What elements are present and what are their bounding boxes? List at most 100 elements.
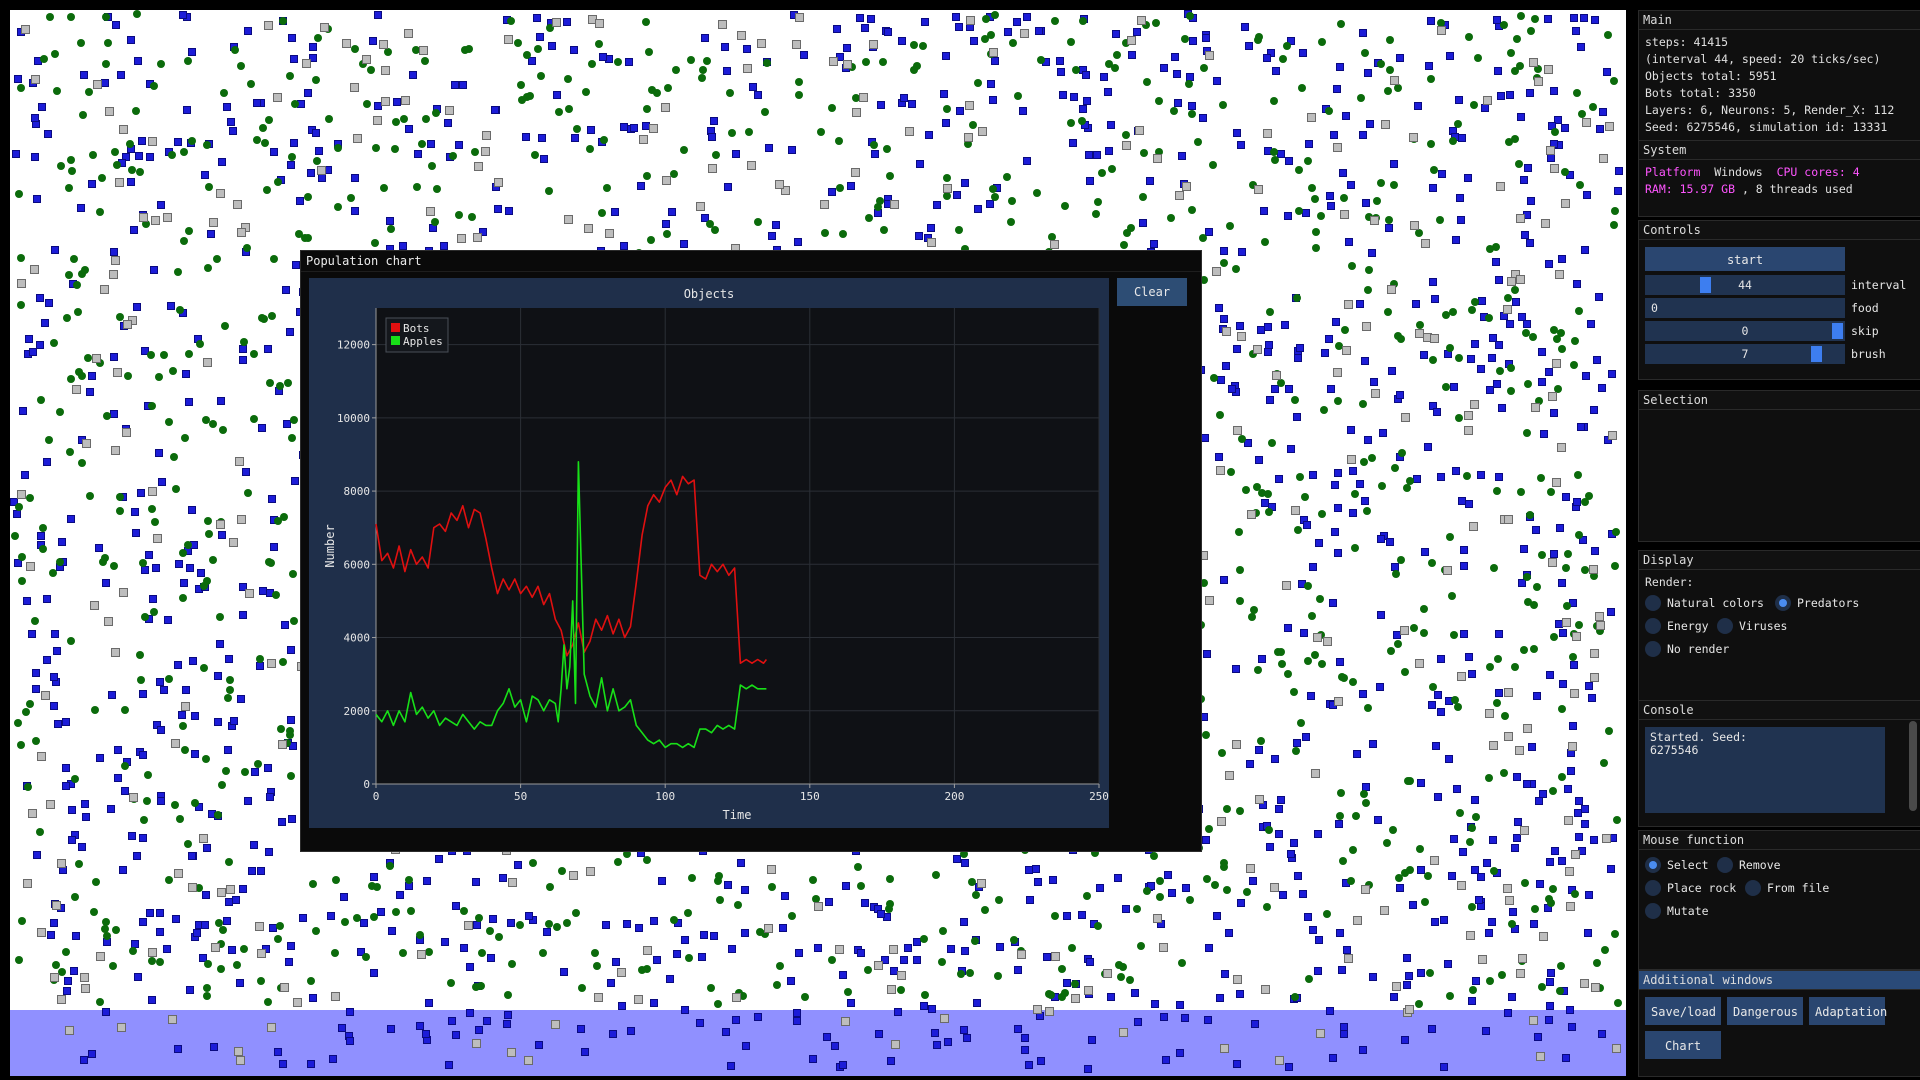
mouse-mutate-radio[interactable]: Mutate <box>1645 902 1709 920</box>
apple-cell <box>1415 1000 1423 1008</box>
additional-windows-header[interactable]: Additional windows <box>1639 971 1920 990</box>
bot-cell <box>1607 608 1615 616</box>
rock-cell <box>148 487 157 496</box>
apple-cell <box>286 72 294 80</box>
apple-cell <box>78 372 86 380</box>
controls-header[interactable]: Controls <box>1639 221 1920 240</box>
rock-cell <box>474 162 483 171</box>
bot-cell <box>1287 850 1295 858</box>
bot-cell <box>287 646 295 654</box>
bot-cell <box>218 158 226 166</box>
population-chart-window[interactable]: Population chart Objects 0 50 100 150 200 250… <box>300 250 1202 852</box>
clear-chart-button[interactable]: Clear <box>1117 278 1187 306</box>
main-header[interactable]: Main <box>1639 11 1920 30</box>
rock-cell <box>1557 443 1566 452</box>
brush-slider-handle[interactable] <box>1811 346 1822 362</box>
render-predators-radio[interactable]: Predators <box>1775 594 1859 612</box>
apple-cell <box>202 755 210 763</box>
rock-cell <box>1572 632 1581 641</box>
save-load-button[interactable]: Save/load <box>1645 997 1721 1025</box>
dangerous-button[interactable]: Dangerous <box>1727 997 1803 1025</box>
console-scrollbar[interactable] <box>1909 721 1917 811</box>
apple-cell <box>1507 49 1515 57</box>
food-input-row: 0 food <box>1645 298 1915 318</box>
apple-cell <box>112 926 120 934</box>
apple-cell <box>1472 813 1480 821</box>
apple-cell <box>716 896 724 904</box>
bot-cell <box>45 299 53 307</box>
bot-cell <box>681 936 689 944</box>
apple-cell <box>1611 207 1619 215</box>
apple-cell <box>1558 773 1566 781</box>
bot-cell <box>933 1041 941 1049</box>
console-header[interactable]: Console <box>1639 701 1920 720</box>
selection-header[interactable]: Selection <box>1639 391 1920 410</box>
apple-cell <box>387 225 395 233</box>
interval-slider-handle[interactable] <box>1700 277 1711 293</box>
rock-cell <box>381 66 390 75</box>
interval-slider[interactable]: 44 <box>1645 275 1845 295</box>
apple-cell <box>172 485 180 493</box>
chart-window-title[interactable]: Population chart <box>301 251 1201 272</box>
bot-cell <box>423 877 431 885</box>
display-header[interactable]: Display <box>1639 551 1920 570</box>
platform-line: Platform Windows CPU cores: 4 <box>1639 164 1920 181</box>
render-energy-radio[interactable]: Energy <box>1645 617 1709 635</box>
bot-cell <box>108 691 116 699</box>
start-button[interactable]: start <box>1645 247 1845 271</box>
render-viruses-radio[interactable]: Viruses <box>1717 617 1787 635</box>
bot-cell <box>536 33 544 41</box>
bot-cell <box>721 43 729 51</box>
apple-cell <box>1429 683 1437 691</box>
mouse-place-rock-radio[interactable]: Place rock <box>1645 879 1736 897</box>
mouse-remove-radio[interactable]: Remove <box>1717 856 1781 874</box>
skip-slider-handle[interactable] <box>1832 323 1843 339</box>
apple-cell <box>1291 993 1299 1001</box>
apple-cell <box>1340 194 1348 202</box>
render-natural-colors-radio[interactable]: Natural colors <box>1645 594 1764 612</box>
food-input[interactable]: 0 <box>1645 298 1845 318</box>
mouse-function-header[interactable]: Mouse function <box>1639 831 1920 850</box>
bot-cell <box>1338 966 1346 974</box>
bot-cell <box>653 956 661 964</box>
chart-button[interactable]: Chart <box>1645 1031 1721 1059</box>
apple-cell <box>614 58 622 66</box>
bot-cell <box>216 640 224 648</box>
adaptation-button[interactable]: Adaptation <box>1809 997 1887 1025</box>
console-output[interactable]: Started. Seed: 6275546 <box>1645 727 1885 813</box>
rock-cell <box>978 127 987 136</box>
bot-cell <box>494 205 502 213</box>
apple-cell <box>1150 852 1158 860</box>
apple-cell <box>36 828 44 836</box>
brush-slider[interactable]: 7 <box>1645 344 1845 364</box>
apple-cell <box>1391 464 1399 472</box>
apple-cell <box>971 937 979 945</box>
rock-cell <box>181 702 190 711</box>
bot-cell <box>1349 509 1357 517</box>
mouse-select-radio[interactable]: Select <box>1645 856 1709 874</box>
apple-cell <box>910 41 918 49</box>
render-none-radio[interactable]: No render <box>1645 640 1729 658</box>
bot-cell <box>1220 247 1228 255</box>
bot-cell <box>847 182 855 190</box>
apple-cell <box>1236 597 1244 605</box>
apple-cell <box>218 781 226 789</box>
apple-cell <box>102 13 110 21</box>
apple-cell <box>1569 653 1577 661</box>
rock-cell <box>1405 1005 1414 1014</box>
bot-cell <box>180 579 188 587</box>
apple-cell <box>572 909 580 917</box>
mouse-from-file-radio[interactable]: From file <box>1745 879 1829 897</box>
apple-cell <box>1304 582 1312 590</box>
apple-cell <box>1078 117 1086 125</box>
bot-cell <box>62 764 70 772</box>
rock-cell <box>764 924 773 933</box>
bot-cell <box>953 191 961 199</box>
system-header[interactable]: System <box>1639 141 1920 160</box>
x-tick-label: 0 <box>373 790 380 803</box>
skip-slider[interactable]: 0 <box>1645 321 1845 341</box>
bot-cell <box>201 921 209 929</box>
apple-cell <box>1456 809 1464 817</box>
rock-cell <box>1103 969 1112 978</box>
apple-cell <box>1611 562 1619 570</box>
